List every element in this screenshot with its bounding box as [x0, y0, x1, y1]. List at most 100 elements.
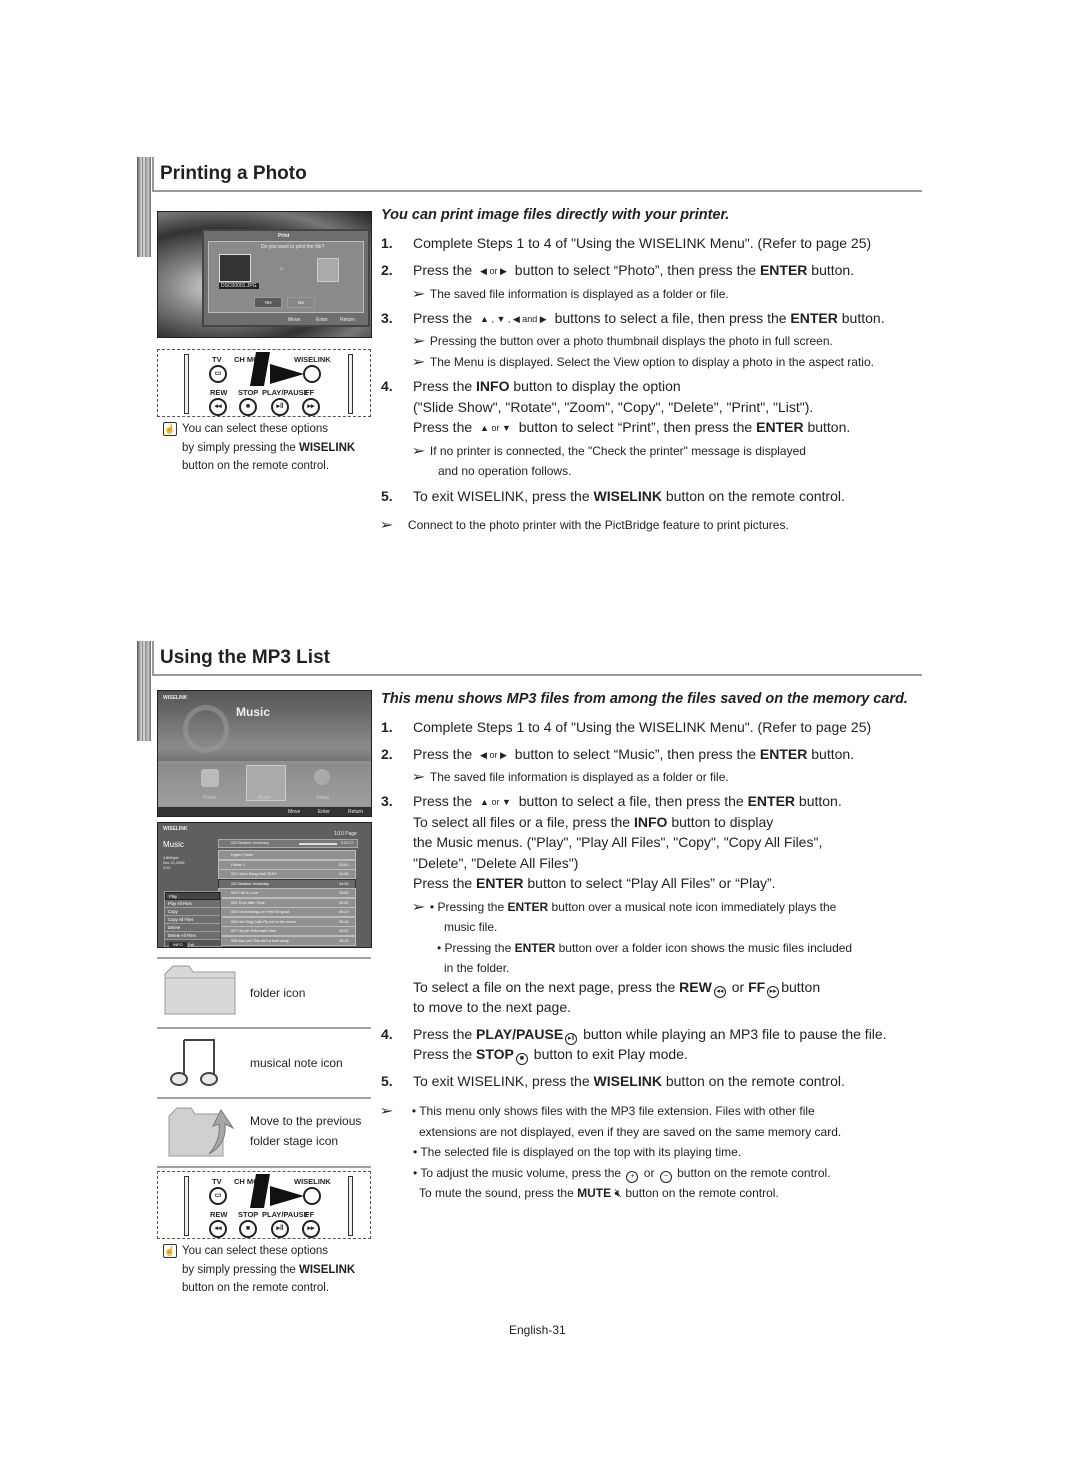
remote-label-wiselink: WISELINK [294, 1177, 331, 1186]
note-arrow-icon: ➢ [379, 1103, 394, 1118]
screen-title: Music [236, 705, 271, 719]
rew-icon: ◂◂ [713, 986, 726, 998]
stop-icon: ■ [515, 1053, 528, 1065]
menu-option[interactable]: Play All Files [165, 900, 220, 908]
thumbnail-filename: DSC00001.JPG [219, 283, 259, 289]
info-date: Nov 21,2006 [163, 861, 185, 865]
wiselink-music-screen: WISELINK Music Photo Music Setup Move En… [157, 690, 372, 817]
step-3-note-1: ➢ Pressing the button over a photo thumbn… [411, 331, 832, 352]
page-indicator: 1/10 Page [334, 831, 357, 837]
arrow-up-down-icons: ▲ or ▼ [480, 797, 511, 807]
note-arrow-icon: ➢ [411, 286, 426, 301]
section-divider-vertical [152, 641, 154, 676]
volume-down-icon: − [659, 1171, 672, 1183]
footer-return: Return [340, 317, 356, 323]
dialog-title: Print [278, 233, 290, 239]
stop-button[interactable]: ■ [239, 1220, 257, 1238]
setup-icon [314, 769, 330, 785]
tv-button[interactable]: ▭ [209, 1187, 227, 1205]
menu-photo[interactable]: Photo [203, 795, 216, 801]
step-4-note-cont: and no operation follows. [438, 464, 572, 478]
menu-option[interactable]: Delete All Files [165, 932, 220, 940]
note-arrow-icon: ➢ [411, 443, 426, 458]
list-item[interactable]: 006 Hot Sing Cath Fly me to the moon 05:1… [218, 916, 356, 927]
note-arrow-icon: ➢ [411, 769, 426, 784]
menu-option[interactable]: Copy All Files [165, 916, 220, 924]
list-item[interactable]: 005 Chub Mang-Lim Feel So good 05:10 [218, 907, 356, 917]
step-3-note-2: • Pressing the ENTER button over a folde… [437, 941, 853, 955]
info-size: 4.8Mbyte [163, 856, 179, 860]
page-number: English-31 [509, 1323, 566, 1337]
final-note-1-cont: extensions are not displayed, even if th… [419, 1125, 842, 1139]
final-note-4: To mute the sound, press the MUTE 🔇︎ but… [419, 1186, 779, 1200]
arrow-left-right-icons: ◀ or ▶ [480, 750, 507, 760]
exit-hint[interactable]: INFO Exit [169, 942, 194, 947]
legend-prev-label: Move to the previous [250, 1114, 362, 1128]
note-arrow-icon: ➢ [379, 517, 394, 532]
music-options-menu: Play Play All Files Copy Copy All Files Dele… [164, 891, 222, 947]
step-4-note: ➢ If no printer is connected, the "Check … [411, 441, 806, 462]
legend-prev-label-2: folder stage icon [250, 1134, 339, 1148]
list-item[interactable]: 002 Beatles-Yesterday 04:25 [218, 878, 356, 889]
no-button[interactable]: No [287, 297, 315, 308]
step-3-note-1: ➢ • Pressing the ENTER button over a musi… [411, 897, 836, 918]
ff-button[interactable]: ▸▸ [302, 398, 320, 416]
volume-up-icon: + [626, 1171, 639, 1183]
step-2-note: ➢ The saved file information is displayed… [411, 767, 728, 788]
remote-label-playpause: PLAY/PAUSE [262, 388, 309, 397]
play-pause-button[interactable]: ▸‖ [271, 1220, 289, 1238]
rew-button[interactable]: ◂◂ [209, 1220, 227, 1238]
yes-button[interactable]: Yes [254, 297, 282, 308]
photo-thumbnail [219, 254, 251, 282]
step-3-note-2: ➢ The Menu is displayed. Select the View … [411, 352, 874, 373]
dialog-question: Do you want to print the file? [261, 244, 325, 250]
arrow-left-right-icons: ◀ or ▶ [480, 266, 507, 276]
music-list-screen: WISELINK 1/10 Page Music 4.8Mbyte Nov 21… [157, 822, 372, 948]
menu-music[interactable]: Music [258, 795, 271, 801]
final-note: ➢ Connect to the photo printer with the P… [379, 515, 788, 536]
tv-button[interactable]: ▭ [209, 365, 227, 383]
list-item[interactable]: 007 Hy-teh Saturnate Hare 03:30 [218, 926, 356, 936]
photo-icon [201, 769, 219, 787]
menu-option[interactable]: Copy [165, 908, 220, 916]
step-3-note-2-cont: in the folder. [444, 961, 510, 975]
list-item[interactable]: Folder 1 03:40 [218, 859, 356, 870]
remote-label-playpause: PLAY/PAUSE [262, 1210, 309, 1219]
menu-setup[interactable]: Setup [316, 795, 329, 801]
remote-label-tv: TV [212, 355, 222, 364]
pointer-arrow-shape [270, 1186, 304, 1206]
play-pause-button[interactable]: ▸‖ [271, 398, 289, 416]
footer-return: Return [348, 809, 364, 815]
list-item[interactable]: 004 Time After Time 03:50 [218, 897, 356, 908]
remote-label-wiselink: WISELINK [294, 355, 331, 364]
list-item[interactable]: Upper Folder [218, 850, 356, 860]
menu-option[interactable]: Play [165, 892, 220, 900]
legend-note-label: musical note icon [250, 1056, 343, 1070]
print-dialog: Print Do you want to print the file? DSC… [202, 229, 370, 327]
wiselink-button[interactable] [303, 365, 321, 383]
step-2-note: ➢ The saved file information is displayed… [411, 284, 728, 305]
legend-divider [157, 1166, 371, 1168]
list-item[interactable]: 003 Fall In Love 03:50 [218, 888, 356, 898]
remote-label-stop: STOP [238, 1210, 259, 1219]
list-item[interactable]: 008 Bon jovi This ain't a love song 05:10 [218, 935, 356, 946]
info-index: 2/10 [163, 866, 171, 870]
note-arrow-icon: ➢ [411, 354, 426, 369]
legend-divider [157, 1027, 371, 1029]
menu-option[interactable]: Delete [165, 924, 220, 932]
step-3-note-1-cont: music file. [444, 920, 498, 934]
list-item[interactable]: 001 Open Song-Nah TENY 04:55 [218, 869, 356, 879]
rew-button[interactable]: ◂◂ [209, 398, 227, 416]
hand-tip-icon: ☝ [163, 1244, 177, 1258]
headphones-graphic [183, 705, 229, 753]
note-arrow-icon: ➢ [411, 333, 426, 348]
stop-button[interactable]: ■ [239, 398, 257, 416]
ff-button[interactable]: ▸▸ [302, 1220, 320, 1238]
musical-note-icon [170, 1034, 220, 1090]
ff-icon: ▸▸ [767, 986, 780, 998]
wiselink-logo: WISELINK [163, 695, 188, 701]
print-dialog-screenshot: Print Do you want to print the file? DSC… [157, 211, 372, 338]
wiselink-button[interactable] [303, 1187, 321, 1205]
remote-control-illustration: TV CH MGR WISELINK ▭ REW STOP PLAY/PAUSE… [157, 1171, 371, 1239]
remote-label-ff: FF [305, 1210, 315, 1219]
